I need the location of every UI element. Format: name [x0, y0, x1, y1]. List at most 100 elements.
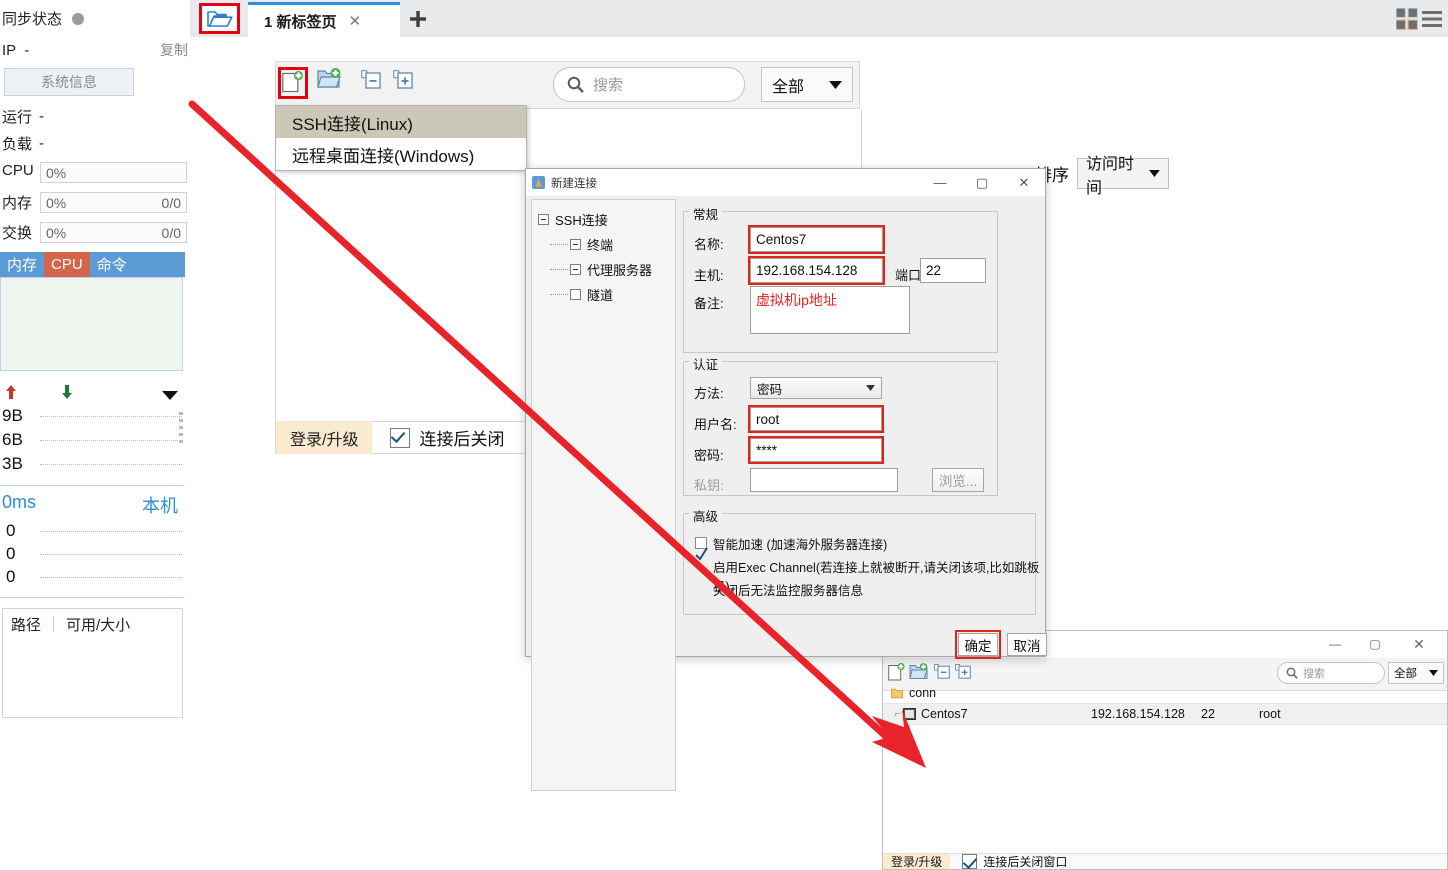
row-user: root — [1259, 707, 1281, 721]
exec-channel-note: 关闭后无法监控服务器信息 — [713, 584, 864, 598]
new-connection-dropdown-menu[interactable]: SSH连接(Linux) 远程桌面连接(Windows) — [275, 105, 527, 171]
ping-graph-panel: 0ms 本机 0 0 0 — [0, 487, 184, 598]
uptime-row: 运行 - — [2, 106, 192, 127]
network-dropdown-icon[interactable] — [162, 388, 178, 403]
disk-panel: 路径 可用/大小 — [2, 608, 183, 718]
folder-row[interactable]: conn — [883, 684, 1448, 702]
password-label: 密码: — [694, 448, 724, 463]
download-arrow-icon — [60, 384, 74, 403]
table-row[interactable]: ⌐ Centos7 192.168.154.128 22 root — [883, 703, 1447, 725]
main-menu-button[interactable] — [1422, 9, 1442, 32]
new-folder-icon[interactable] — [909, 663, 928, 684]
browse-button[interactable]: 浏览... — [932, 468, 984, 492]
system-info-button[interactable]: 系统信息 — [4, 68, 134, 96]
dialog-minimize-button[interactable]: — — [919, 169, 961, 196]
new-connection-icon[interactable] — [888, 662, 905, 684]
app-icon — [532, 176, 545, 189]
copy-button[interactable]: 复制 — [160, 40, 188, 60]
ping-latency-label: 0ms — [2, 492, 37, 512]
sync-status-indicator-icon — [72, 12, 85, 25]
expand-all-icon[interactable] — [393, 70, 413, 92]
tree-expander-icon[interactable] — [570, 289, 581, 300]
new-folder-icon[interactable] — [317, 68, 341, 93]
memory-value: 0% — [46, 194, 67, 211]
ping-row-1: 0 — [6, 544, 16, 563]
close-after-connect-checkbox[interactable] — [390, 427, 411, 448]
tree-connector — [550, 268, 568, 271]
process-table-header: 内存 CPU 命令 — [0, 252, 185, 277]
row-name: Centos7 — [921, 707, 968, 721]
tree-expander-icon[interactable] — [570, 239, 581, 250]
dialog-maximize-button[interactable]: ▢ — [961, 169, 1003, 196]
username-field-highlight — [748, 405, 884, 433]
network-scroll-ticks[interactable] — [179, 412, 183, 472]
swap-detail: 0/0 — [161, 224, 181, 241]
dialog-title-bar[interactable]: 新建连接 — ▢ ✕ — [526, 169, 1045, 196]
tree-node-proxy[interactable]: 代理服务器 — [544, 258, 675, 281]
bottom-filter-select[interactable]: 全部 — [1388, 662, 1444, 684]
name-field-highlight — [748, 225, 885, 254]
net-value-top: 9B — [2, 406, 23, 425]
ping-host-label[interactable]: 本机 — [142, 492, 178, 518]
tree-expander-icon[interactable] — [570, 264, 581, 275]
tree-connector — [550, 293, 568, 296]
dialog-settings-tree[interactable]: SSH连接 终端 代理服务器 隧道 — [531, 199, 676, 791]
grid-view-button[interactable] — [1395, 7, 1419, 33]
net-gridline-low — [40, 464, 182, 466]
tree-expander-icon[interactable] — [538, 214, 549, 225]
tree-node-tunnel[interactable]: 隧道 — [544, 283, 675, 306]
auth-method-select[interactable]: 密码 — [750, 377, 882, 399]
exec-channel-checkbox[interactable] — [694, 535, 708, 566]
auth-method-value: 密码 — [757, 382, 783, 397]
process-col-memory[interactable]: 内存 — [0, 252, 44, 277]
open-folder-button[interactable] — [199, 3, 240, 34]
swap-label: 交换 — [2, 225, 33, 242]
new-tab-button[interactable] — [403, 4, 433, 34]
uptime-value: - — [39, 108, 45, 125]
collapse-all-icon[interactable] — [361, 70, 381, 92]
sort-select[interactable]: 访问时间 — [1077, 156, 1169, 197]
tab-close-icon[interactable]: ✕ — [349, 12, 362, 30]
load-value: - — [39, 135, 45, 152]
username-label: 用户名: — [694, 417, 737, 432]
cancel-button[interactable]: 取消 — [1007, 633, 1047, 656]
advanced-legend: 高级 — [689, 506, 723, 525]
new-connection-dialog: 新建连接 — ▢ ✕ SSH连接 终端 代理服务器 隧道 常规 名称: Cent… — [525, 168, 1047, 791]
bottom-close-button[interactable]: ✕ — [1403, 631, 1435, 657]
dialog-close-button[interactable]: ✕ — [1003, 169, 1045, 196]
disk-col-divider — [53, 616, 55, 632]
menu-item-ssh-linux[interactable]: SSH连接(Linux) — [276, 106, 526, 138]
filter-value: 全部 — [772, 78, 805, 96]
tree-node-ssh-label: SSH连接 — [555, 213, 608, 228]
bottom-maximize-button[interactable]: ▢ — [1359, 631, 1391, 657]
disk-col-size: 可用/大小 — [66, 616, 131, 634]
filter-select[interactable]: 全部 — [761, 67, 853, 102]
remark-field[interactable]: 虚拟机ip地址 — [750, 286, 910, 334]
bottom-login-upgrade-button[interactable]: 登录/升级 — [883, 854, 951, 869]
ip-row: IP - 复制 — [2, 40, 188, 60]
host-field-highlight — [748, 256, 885, 285]
login-upgrade-button[interactable]: 登录/升级 — [276, 421, 373, 454]
bottom-minimize-button[interactable]: — — [1319, 631, 1351, 657]
bottom-search-input[interactable]: 搜索 — [1277, 662, 1385, 684]
menu-item-rdp-windows[interactable]: 远程桌面连接(Windows) — [276, 138, 526, 170]
privatekey-field[interactable] — [750, 468, 898, 492]
tab-new-page[interactable]: 1 新标签页 ✕ — [248, 2, 400, 37]
tree-node-ssh[interactable]: SSH连接 — [538, 208, 675, 231]
net-gridline-mid — [40, 440, 182, 442]
new-connection-button[interactable] — [278, 67, 308, 99]
chevron-down-icon — [866, 385, 875, 391]
tree-node-terminal[interactable]: 终端 — [544, 233, 675, 256]
ping-gridline-0 — [40, 531, 182, 533]
collapse-all-icon[interactable] — [934, 664, 950, 682]
bottom-close-after-connect-checkbox[interactable] — [962, 854, 978, 869]
search-input[interactable]: 搜索 — [553, 67, 745, 102]
folder-open-icon — [206, 10, 233, 27]
process-col-cpu[interactable]: CPU — [44, 252, 90, 277]
port-field[interactable]: 22 — [920, 258, 986, 283]
memory-detail: 0/0 — [161, 194, 181, 211]
tree-connector — [550, 243, 568, 246]
net-value-low: 3B — [2, 454, 23, 473]
expand-all-icon[interactable] — [955, 664, 971, 682]
process-col-command[interactable]: 命令 — [90, 252, 134, 277]
